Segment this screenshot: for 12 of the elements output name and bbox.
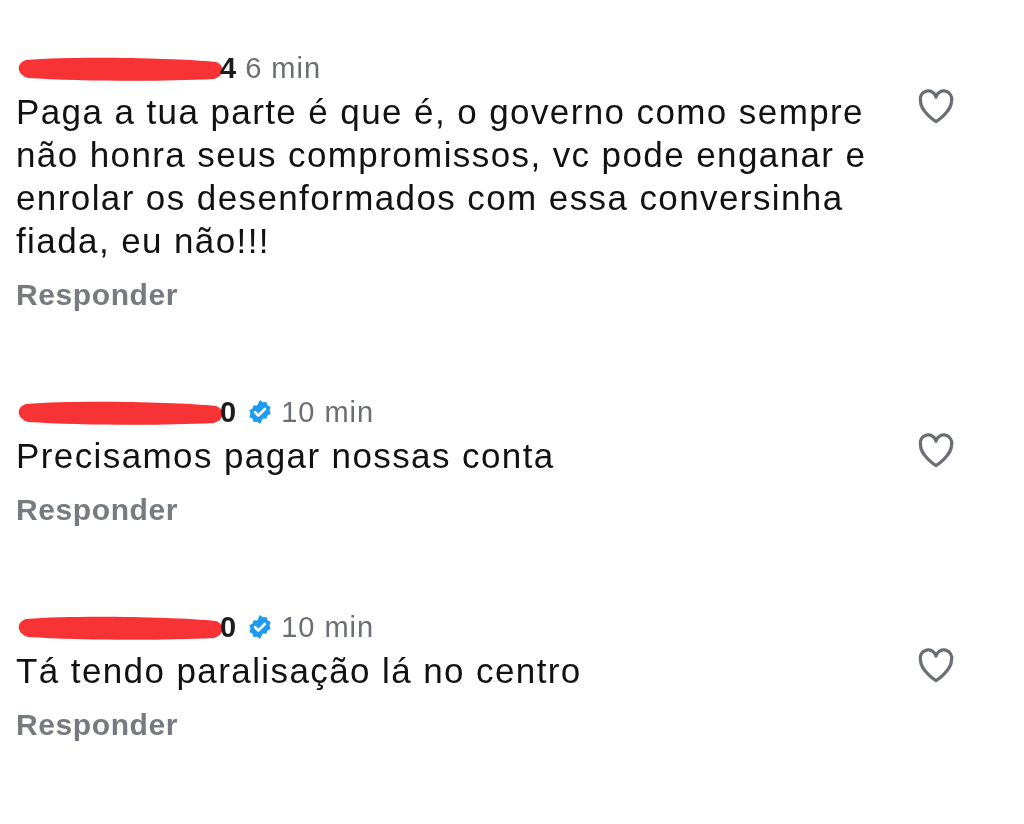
comment-text: Precisamos pagar nossas conta [16, 435, 556, 477]
reply-link[interactable]: Responder [16, 708, 179, 742]
username-fragment: 4 [220, 51, 238, 85]
reply-link[interactable]: Responder [16, 278, 179, 312]
username-fragment: 0 [220, 395, 238, 429]
comment-time: 10 min [281, 610, 375, 644]
reply-link[interactable]: Responder [16, 493, 179, 527]
username-fragment: 0 [220, 610, 238, 644]
comment-time: 10 min [281, 395, 375, 429]
comment-time: 6 min [245, 51, 322, 85]
comment-text: Paga a tua parte é que é, o governo como sempre não honra seus compromissos, vc pode enganar e enrolar os desenformados com essa conversinha fiada, eu não!!! [16, 91, 868, 262]
comment-text: Tá tendo paralisação lá no centro [16, 650, 583, 692]
